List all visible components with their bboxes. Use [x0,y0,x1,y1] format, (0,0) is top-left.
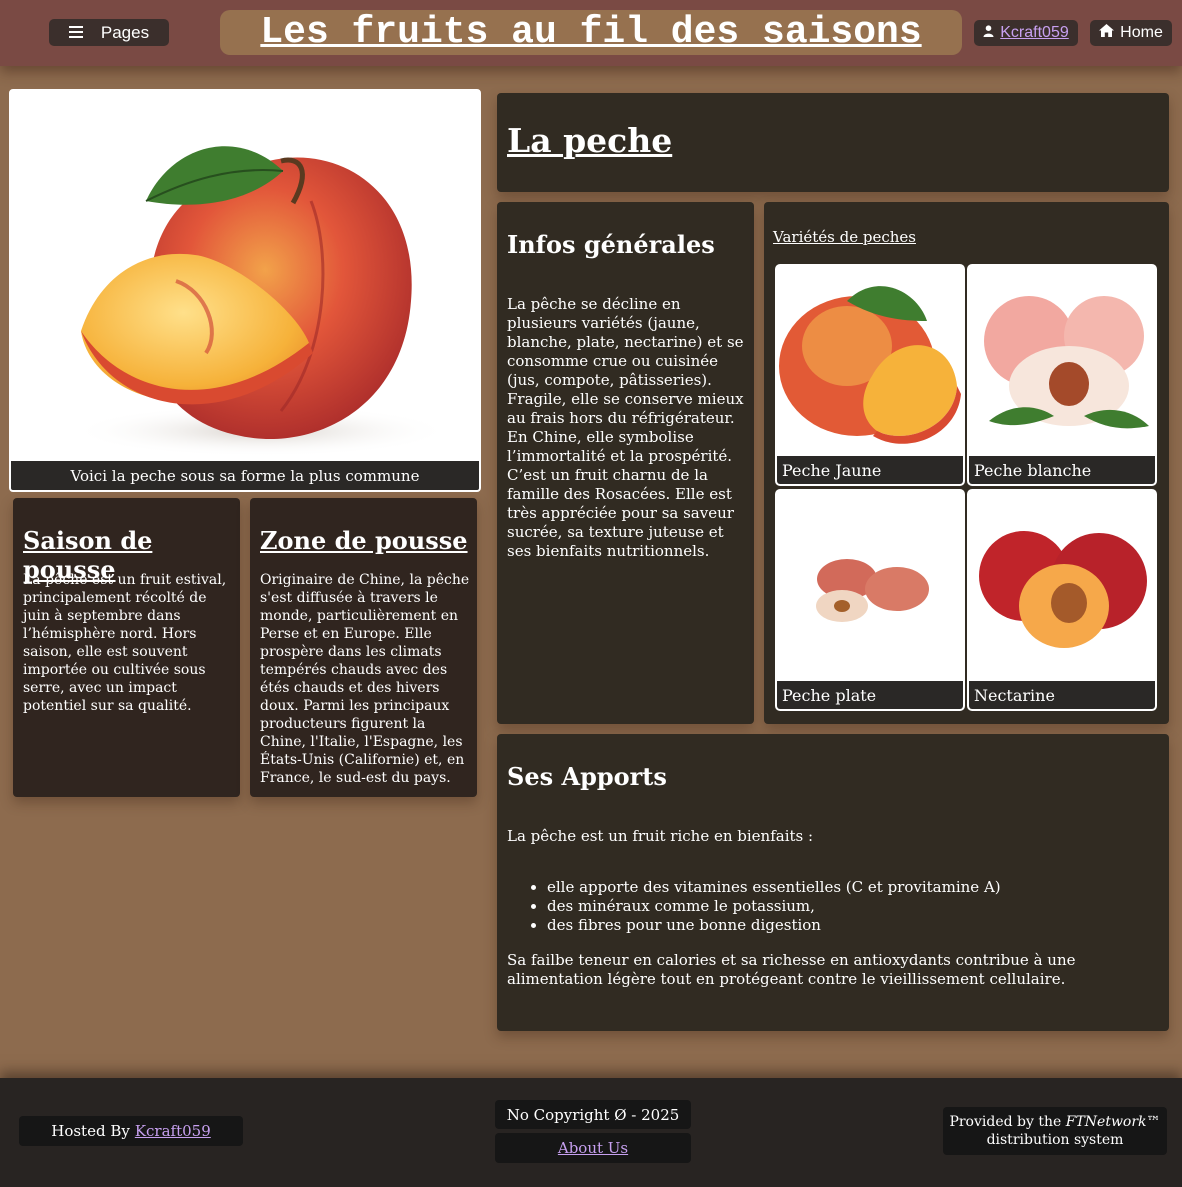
pages-label: Pages [100,22,150,42]
variety-tile[interactable]: Nectarine [967,489,1157,711]
copyright-box: No Copyright Ø - 2025 [495,1100,691,1129]
zone-text: Originaire de Chine, la pêche s'est diff… [260,572,470,786]
zone-card: Zone de pousse Originaire de Chine, la p… [250,498,477,797]
main-peach-figure: Voici la peche sous sa forme la plus com… [9,89,481,492]
hosted-by-box: Hosted By Kcraft059 [19,1116,243,1146]
home-icon [1099,24,1115,42]
user-icon [983,24,994,42]
infos-text: La pêche se décline en plusieurs variété… [507,295,744,560]
variety-tile[interactable]: Peche Jaune [775,264,965,486]
fruit-title-card: La peche [497,93,1169,192]
user-button[interactable]: Kcraft059 [974,20,1078,46]
top-header: Pages Les fruits au fil des saisons Kcra… [0,0,1182,66]
home-button[interactable]: Home [1090,20,1172,46]
nectarine-image [969,491,1155,681]
apports-list-item: des minéraux comme le potassium, [547,897,1182,916]
varietes-link[interactable]: Variétés de peches [773,228,916,246]
apports-list-item: elle apporte des vitamines essentielles … [547,878,1182,897]
varietes-card: Variétés de peches Peche Jaune Peche bla… [764,202,1169,724]
apports-intro: La pêche est un fruit riche en bienfaits… [507,827,814,845]
infos-card: Infos générales La pêche se décline en p… [497,202,754,724]
fruit-title: La peche [507,121,673,160]
provided-by-box: Provided by the FTNetwork™ distribution … [943,1107,1167,1155]
about-us-link[interactable]: About Us [558,1139,628,1157]
copyright-text: No Copyright Ø - 2025 [506,1105,680,1124]
infos-title: Infos générales [507,230,715,259]
user-link[interactable]: Kcraft059 [1000,24,1068,42]
provided-suffix: distribution system [986,1132,1124,1148]
hamburger-icon [68,23,83,43]
saison-text: La pêche est un fruit estival, principal… [23,572,227,714]
site-title: Les fruits au fil des saisons [260,10,922,54]
variety-tile[interactable]: Peche plate [775,489,965,711]
apports-title: Ses Apports [507,762,667,791]
hosted-by-link[interactable]: Kcraft059 [135,1122,211,1140]
peche-blanche-image [969,266,1155,456]
variety-label: Peche Jaune [777,456,963,484]
variety-label: Peche plate [777,681,963,709]
variety-label: Nectarine [969,681,1155,709]
main-image-caption: Voici la peche sous sa forme la plus com… [11,461,479,490]
saison-card: Saison de pousse La pêche est un fruit e… [13,498,240,797]
variety-label: Peche blanche [969,456,1155,484]
footer: Hosted By Kcraft059 No Copyright Ø - 202… [0,1078,1182,1187]
hosted-by-prefix: Hosted By [51,1122,130,1140]
peach-image [11,91,479,463]
apports-list: elle apporte des vitamines essentielles … [547,878,1182,935]
apports-card: Ses Apports La pêche est un fruit riche … [497,734,1169,1031]
apports-outro: Sa failbe teneur en calories et sa riche… [507,951,1076,988]
apports-list-item: des fibres pour une bonne digestion [547,916,1182,935]
provided-brand: FTNetwork™ [1065,1114,1161,1130]
provided-prefix: Provided by the [949,1114,1062,1130]
variety-tile[interactable]: Peche blanche [967,264,1157,486]
peche-plate-image [777,491,963,681]
pages-menu-button[interactable]: Pages [49,19,169,46]
home-label: Home [1120,24,1163,41]
about-us-box[interactable]: About Us [495,1133,691,1163]
site-title-box: Les fruits au fil des saisons [220,10,962,55]
peche-jaune-image [777,266,963,456]
zone-title: Zone de pousse [260,526,468,555]
